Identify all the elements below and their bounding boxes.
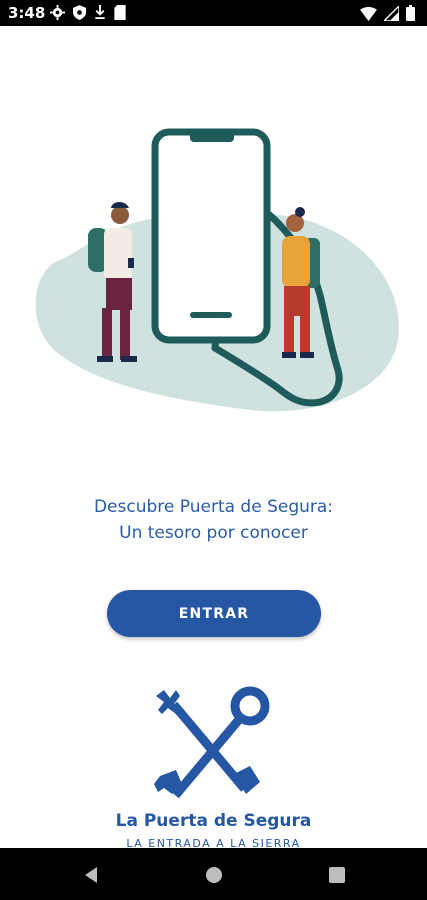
cell-signal-icon [384, 5, 399, 21]
navigation-bar [0, 848, 427, 900]
shield-icon [73, 5, 86, 20]
status-right-icons [360, 5, 415, 21]
back-icon[interactable] [80, 864, 102, 886]
status-bar: 3:48 [0, 0, 427, 26]
tagline: Descubre Puerta de Segura: Un tesoro por… [0, 494, 427, 546]
enter-button[interactable]: ENTRAR [107, 590, 321, 637]
hero-illustration [20, 120, 410, 420]
home-icon[interactable] [203, 864, 225, 886]
recents-icon[interactable] [326, 864, 348, 886]
wifi-icon [360, 6, 377, 21]
download-arrow-icon [94, 5, 106, 20]
tagline-line-1: Descubre Puerta de Segura: [93, 497, 334, 517]
sd-card-icon [114, 5, 126, 20]
illustration-phone [151, 128, 271, 344]
crossed-keys-logo [150, 684, 280, 804]
gear-icon [50, 5, 65, 20]
status-time: 3:48 [8, 4, 46, 22]
battery-icon [406, 5, 415, 21]
tagline-line-2: Un tesoro por conocer [119, 523, 308, 543]
status-left-icons [50, 5, 126, 20]
logo-title: La Puerta de Segura [115, 811, 312, 831]
